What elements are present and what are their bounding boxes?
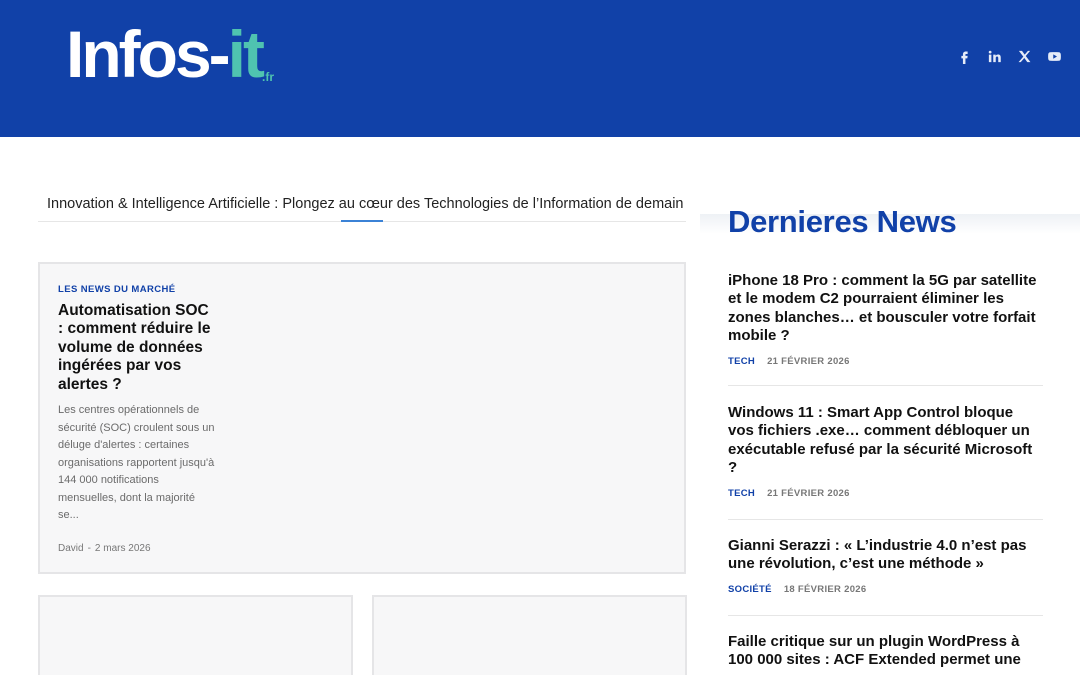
logo-tld: .fr (262, 70, 274, 84)
news-meta: SOCIÉTÉ 18 FÉVRIER 2026 (728, 584, 1043, 595)
article-meta: David -2 mars 2026 (58, 543, 151, 554)
news-meta: TECH 21 FÉVRIER 2026 (728, 488, 1043, 499)
article-card-placeholder[interactable] (372, 595, 687, 675)
featured-article-card[interactable]: LES NEWS DU MARCHÉ Automatisation SOC : … (38, 262, 686, 574)
logo-wordmark: Infos-it (66, 17, 265, 91)
site-logo[interactable]: Infos-it .fr (66, 18, 286, 90)
tagline-accent-bar (341, 220, 383, 222)
news-title[interactable]: Gianni Serazzi : « L’industrie 4.0 n’est… (728, 537, 1043, 574)
logo-main: Infos- (66, 17, 231, 91)
sidebar-title: Dernieres News (728, 204, 957, 239)
x-icon[interactable] (1014, 46, 1034, 66)
news-item[interactable]: Windows 11 : Smart App Control bloque vo… (728, 404, 1043, 499)
site-header: Infos-it .fr (0, 0, 1080, 137)
article-card-placeholder[interactable] (38, 595, 353, 675)
article-title[interactable]: Automatisation SOC : comment réduire le … (58, 302, 218, 394)
news-divider (728, 385, 1043, 386)
news-category[interactable]: TECH (728, 488, 755, 499)
news-divider (728, 519, 1043, 520)
logo-accent: it (227, 17, 265, 91)
youtube-icon[interactable] (1044, 46, 1064, 66)
article-excerpt: Les centres opérationnels de sécurité (S… (58, 404, 215, 521)
news-category[interactable]: SOCIÉTÉ (728, 584, 772, 595)
news-title[interactable]: iPhone 18 Pro : comment la 5G par satell… (728, 272, 1043, 346)
news-date: 21 FÉVRIER 2026 (767, 355, 850, 367)
facebook-icon[interactable] (954, 46, 974, 66)
news-title[interactable]: Windows 11 : Smart App Control bloque vo… (728, 404, 1043, 478)
article-author[interactable]: David (58, 543, 84, 554)
meta-separator: - (87, 543, 91, 554)
news-date: 21 FÉVRIER 2026 (767, 487, 850, 499)
news-title[interactable]: Faille critique sur un plugin WordPress … (728, 633, 1043, 670)
site-tagline: Innovation & Intelligence Artificielle :… (47, 196, 684, 212)
header-edge-mark (62, 131, 68, 137)
linkedin-icon[interactable] (984, 46, 1004, 66)
news-item[interactable]: Faille critique sur un plugin WordPress … (728, 633, 1043, 675)
news-item[interactable]: iPhone 18 Pro : comment la 5G par satell… (728, 272, 1043, 367)
social-links (954, 46, 1064, 68)
news-divider (728, 615, 1043, 616)
news-category[interactable]: TECH (728, 356, 755, 367)
article-category[interactable]: LES NEWS DU MARCHÉ (58, 284, 176, 295)
news-date: 18 FÉVRIER 2026 (783, 583, 867, 595)
news-meta: TECH 21 FÉVRIER 2026 (728, 356, 1043, 367)
news-item[interactable]: Gianni Serazzi : « L’industrie 4.0 n’est… (728, 537, 1043, 595)
article-date: 2 mars 2026 (94, 543, 151, 554)
